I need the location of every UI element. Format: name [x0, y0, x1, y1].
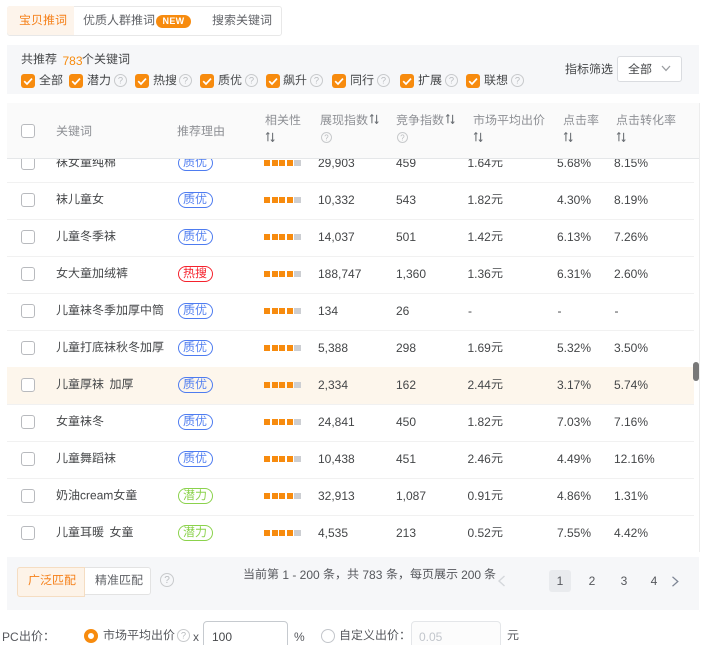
svg-text:?: ? [118, 76, 123, 86]
svg-text:?: ? [183, 76, 188, 86]
svg-text:?: ? [248, 76, 253, 86]
svg-text:?: ? [324, 133, 329, 142]
svg-text:?: ? [449, 76, 454, 86]
svg-text:?: ? [380, 76, 385, 86]
svg-text:?: ? [314, 76, 319, 86]
svg-text:?: ? [164, 575, 170, 586]
svg-text:?: ? [400, 133, 405, 142]
svg-text:?: ? [515, 76, 520, 86]
svg-text:?: ? [181, 631, 186, 641]
